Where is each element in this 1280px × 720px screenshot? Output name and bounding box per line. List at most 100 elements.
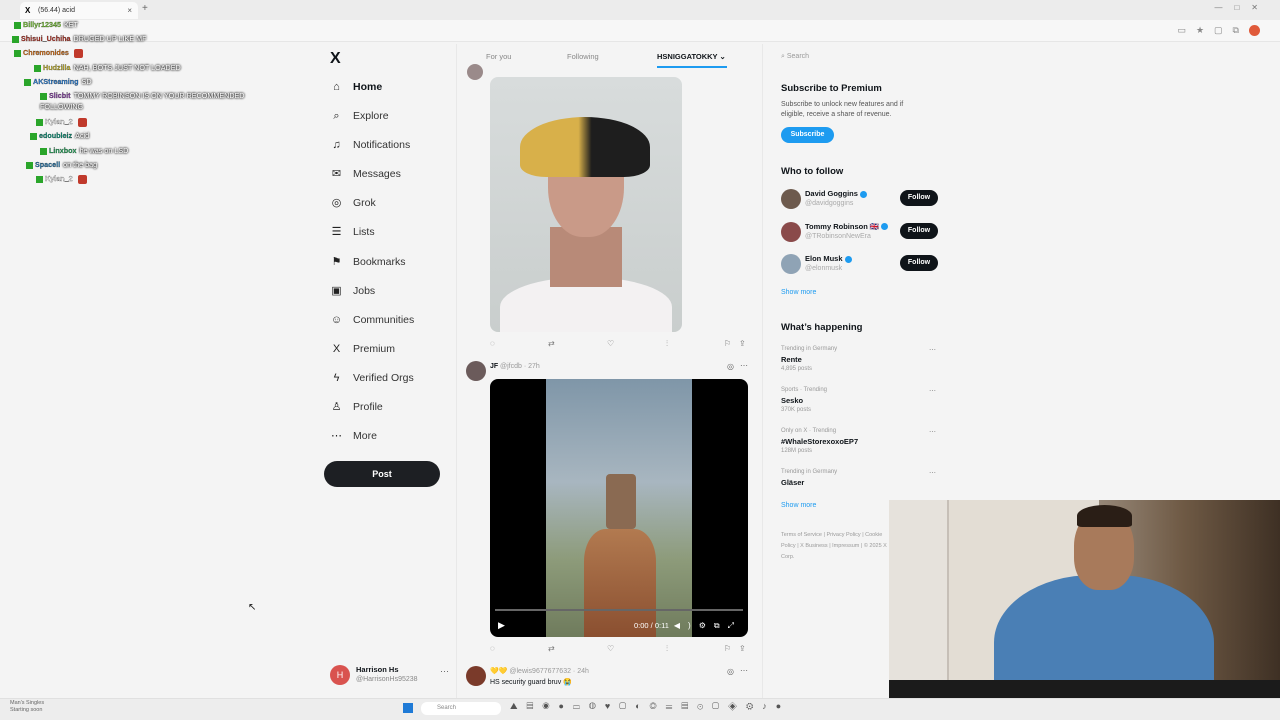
tweet-video[interactable]: ▶ 0:00 / 0:11 ◀)⚙⧉⤢ xyxy=(490,379,748,637)
nav-item-home[interactable]: ⌂ Home xyxy=(330,76,382,98)
subscribe-button[interactable]: Subscribe xyxy=(781,127,834,143)
views-icon[interactable]: ⫶ xyxy=(666,644,668,654)
tweet-author-name[interactable]: JF xyxy=(490,363,498,370)
nav-item-messages[interactable]: ✉ Messages xyxy=(330,163,401,185)
chat-badge-icon xyxy=(36,118,43,126)
tab-for-you[interactable]: For you xyxy=(486,52,511,61)
nav-item-premium[interactable]: X Premium xyxy=(330,338,395,360)
nav-item-bookmarks[interactable]: ⚑ Bookmarks xyxy=(330,251,406,273)
avatar[interactable] xyxy=(781,254,801,274)
profile-avatar-icon[interactable] xyxy=(1249,25,1260,37)
chat-text: TOMMY ROBINSON IS ON YOUR RECOMMENDED FO… xyxy=(40,91,245,111)
more-dots-icon[interactable]: ⋯ xyxy=(929,469,936,477)
nav-item-notifications[interactable]: ♫ Notifications xyxy=(330,134,410,156)
account-switcher[interactable]: H Harrison Hs @HarrisonHs95238 ⋯ xyxy=(330,662,450,688)
chat-username[interactable]: Chremonides xyxy=(23,48,69,57)
show-more-link[interactable]: Show more xyxy=(781,289,816,296)
chat-username[interactable]: Hudzilla xyxy=(43,63,71,72)
chat-username[interactable]: AKStreaming xyxy=(33,77,79,86)
tweet-author-handle[interactable]: 💛💛 @lewis9677677632 · 24h xyxy=(490,667,589,675)
tweet-author-handle[interactable]: @jfcdb · 27h xyxy=(500,363,540,370)
chat-username[interactable]: Slicbit xyxy=(49,91,71,100)
bookmark-icon[interactable]: ⚐ xyxy=(724,644,731,653)
chat-username[interactable]: Kylan_2 xyxy=(45,117,73,126)
nav-item-explore[interactable]: ⌕ Explore xyxy=(330,105,388,127)
tab-close-icon[interactable]: × xyxy=(127,2,132,19)
chat-badge-icon xyxy=(12,35,19,43)
tab-list[interactable]: HSNIGGATOKKY ⌄ xyxy=(657,52,726,61)
more-dots-icon[interactable]: ⋯ xyxy=(929,387,936,395)
follow-suggestion[interactable]: David Goggins @davidgoggins Follow xyxy=(781,187,941,213)
more-dots-icon[interactable]: ⋯ xyxy=(740,361,748,370)
nav-item-grok[interactable]: ◎ Grok xyxy=(330,192,376,214)
chat-text: KET xyxy=(63,20,78,29)
tweet-image[interactable] xyxy=(490,77,682,332)
post-button[interactable]: Post xyxy=(324,461,440,487)
avatar[interactable] xyxy=(467,64,483,80)
taskbar-widget[interactable]: Man's Singles Starting soon xyxy=(10,700,44,714)
tab-following[interactable]: Following xyxy=(567,52,599,61)
show-more-link[interactable]: Show more xyxy=(781,502,816,509)
more-dots-icon[interactable]: ⋯ xyxy=(929,346,936,354)
follow-button[interactable]: Follow xyxy=(900,190,938,206)
nav-item-verified-orgs[interactable]: ϟ Verified Orgs xyxy=(330,367,414,389)
reply-icon[interactable]: ◌ xyxy=(490,644,495,653)
nav-item-label: More xyxy=(353,430,377,442)
trend-item[interactable]: Trending in Germany Rente 4,895 posts ⋯ xyxy=(781,346,941,386)
nav-item-jobs[interactable]: ▣ Jobs xyxy=(330,280,375,302)
nav-item-more[interactable]: ⋯ More xyxy=(330,425,377,447)
avatar[interactable] xyxy=(466,666,486,686)
chat-username[interactable]: Linxbox xyxy=(49,146,77,155)
search-input[interactable]: ⌕ Search xyxy=(775,48,945,66)
avatar[interactable] xyxy=(781,189,801,209)
windows-start-icon[interactable] xyxy=(403,703,413,713)
retweet-icon[interactable]: ⇄ xyxy=(548,644,555,653)
retweet-icon[interactable]: ⇄ xyxy=(548,339,555,348)
window-controls[interactable]: —□✕ xyxy=(1214,3,1270,12)
chat-username[interactable]: Billyr12345 xyxy=(23,20,61,29)
chat-username[interactable]: Kylan_2 xyxy=(45,174,73,183)
tweet-actions: ◌ ⇄ ♡ ⫶ ⚐ ⇪ xyxy=(490,644,748,656)
taskbar-search[interactable]: Search xyxy=(421,702,501,715)
new-tab-button[interactable]: + xyxy=(142,3,148,14)
share-icon[interactable]: ⇪ xyxy=(739,644,746,653)
more-dots-icon[interactable]: ⋯ xyxy=(929,428,936,436)
views-icon[interactable]: ⫶ xyxy=(666,339,668,349)
play-icon[interactable]: ▶ xyxy=(498,620,505,631)
follow-suggestion[interactable]: Tommy Robinson 🇬🇧 @TRobinsonNewEra Follow xyxy=(781,220,941,246)
grok-icon[interactable]: ◎ xyxy=(727,667,734,676)
chat-text xyxy=(73,117,76,126)
share-icon[interactable]: ⇪ xyxy=(739,339,746,348)
x-logo-icon[interactable]: X xyxy=(330,50,341,68)
browser-toolbar-icons[interactable]: ▭★▢⧉ xyxy=(1177,25,1260,37)
follow-button[interactable]: Follow xyxy=(900,222,938,239)
like-icon[interactable]: ♡ xyxy=(607,339,614,348)
chat-username[interactable]: edoubleiz xyxy=(39,131,72,140)
more-dots-icon[interactable]: ⋯ xyxy=(740,666,748,675)
browser-tab[interactable]: X (56.44) acid × xyxy=(20,2,138,19)
chat-username[interactable]: Spacell xyxy=(35,160,60,169)
reply-icon[interactable]: ◌ xyxy=(490,339,495,348)
follow-button[interactable]: Follow xyxy=(900,255,938,271)
nav-item-communities[interactable]: ☺ Communities xyxy=(330,309,414,331)
taskbar-app-icons[interactable]: ⛰▤◉●▭◍♥▢◐◎☰▤⊙▢◈⚙♪● xyxy=(510,701,790,712)
trend-title: #WhaleStorexoxoEP7 xyxy=(781,437,859,446)
avatar[interactable] xyxy=(781,221,801,242)
trend-item[interactable]: Sports · Trending Sesko 370K posts ⋯ xyxy=(781,387,941,427)
bookmark-icon[interactable]: ⚐ xyxy=(724,339,731,348)
grok-icon[interactable]: ◎ xyxy=(727,362,734,371)
more-dots-icon[interactable]: ⋯ xyxy=(440,666,449,677)
nav-item-profile[interactable]: ♙ Profile xyxy=(330,396,383,418)
footer-links[interactable]: Terms of Service | Privacy Policy | Cook… xyxy=(781,530,891,563)
trend-item[interactable]: Only on X · Trending #WhaleStorexoxoEP7 12… xyxy=(781,428,941,468)
video-progress-bar[interactable] xyxy=(495,609,743,611)
like-icon[interactable]: ♡ xyxy=(607,644,614,653)
chat-message: Slicbit TOMMY ROBINSON IS ON YOUR RECOMME… xyxy=(40,90,250,112)
video-controls[interactable]: ◀)⚙⧉⤢ xyxy=(674,621,742,631)
avatar[interactable] xyxy=(466,361,486,381)
nav-item-label: Profile xyxy=(353,401,383,413)
chat-username[interactable]: Shisui_Uchiha xyxy=(21,34,71,43)
search-placeholder: Search xyxy=(786,53,810,60)
follow-suggestion[interactable]: Elon Musk @elonmusk Follow xyxy=(781,252,941,278)
nav-item-lists[interactable]: ☰ Lists xyxy=(330,221,375,243)
